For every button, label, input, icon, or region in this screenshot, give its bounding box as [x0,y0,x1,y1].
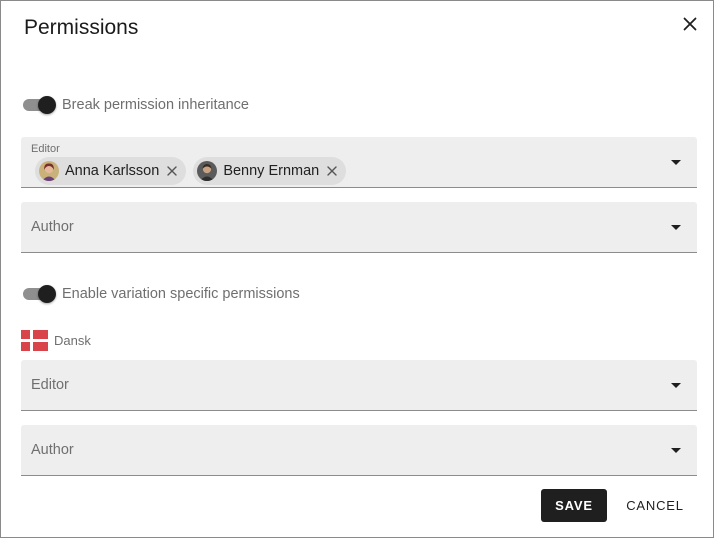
language-header: Dansk [21,330,91,351]
denmark-flag-icon [21,330,48,351]
variation-permissions-row: Enable variation specific permissions [21,284,300,304]
close-icon [683,17,697,31]
close-icon [167,166,178,176]
user-avatar-icon [197,161,218,181]
variation-permissions-toggle[interactable] [21,284,57,304]
editor-select[interactable]: Editor Anna Karlsson Benny Ernman [21,137,697,188]
chevron-down-icon [671,160,681,165]
variation-permissions-label: Enable variation specific permissions [62,286,300,302]
chevron-down-icon [671,448,681,453]
user-chip-benny-ernman[interactable]: Benny Ernman [193,157,347,185]
break-inheritance-row: Break permission inheritance [21,95,249,115]
close-button[interactable] [677,11,703,37]
editor-select-label: Editor [31,143,60,155]
toggle-knob [38,285,56,303]
language-label: Dansk [54,333,91,348]
break-inheritance-label: Break permission inheritance [62,97,249,113]
break-inheritance-toggle[interactable] [21,95,57,115]
author-select[interactable]: Author [21,202,697,253]
cancel-button[interactable]: CANCEL [619,489,691,522]
variation-editor-placeholder: Editor [31,377,69,393]
permissions-dialog: Permissions Break permission inheritance… [0,0,714,538]
chip-remove-button[interactable] [326,165,338,177]
dialog-title: Permissions [24,16,139,39]
variation-author-select[interactable]: Author [21,425,697,476]
variation-author-placeholder: Author [31,442,74,458]
chip-label: Anna Karlsson [65,163,160,179]
chip-label: Benny Ernman [223,163,320,179]
close-icon [327,166,337,176]
save-button[interactable]: SAVE [541,489,607,522]
toggle-knob [38,96,56,114]
variation-editor-select[interactable]: Editor [21,360,697,411]
user-avatar-icon [39,161,59,181]
editor-chip-list: Anna Karlsson Benny Ernman [35,157,347,185]
chevron-down-icon [671,383,681,388]
user-chip-anna-karlsson[interactable]: Anna Karlsson [35,157,187,185]
chip-remove-button[interactable] [166,165,178,177]
chevron-down-icon [671,225,681,230]
author-select-placeholder: Author [31,219,74,235]
